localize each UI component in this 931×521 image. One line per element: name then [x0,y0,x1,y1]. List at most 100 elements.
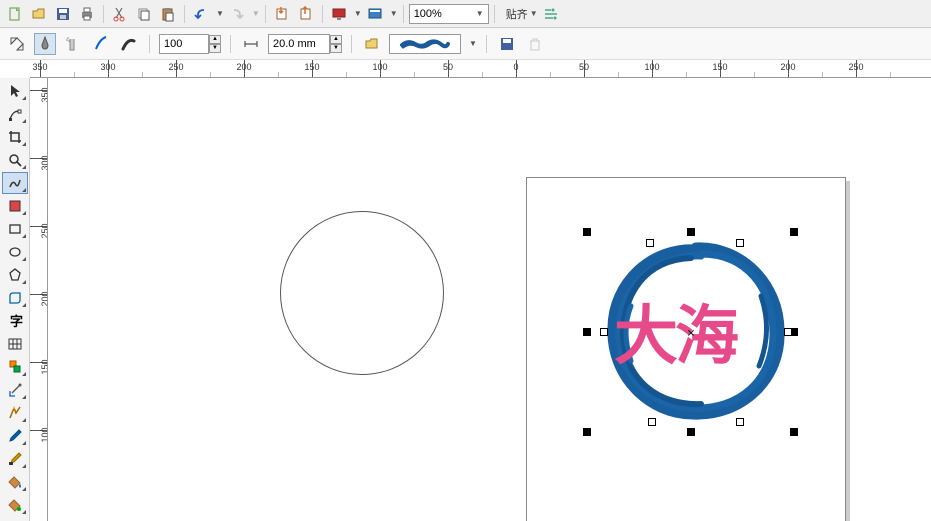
freehand-tool[interactable] [2,172,28,194]
brush-dropdown-arrow[interactable]: ▼ [469,39,477,48]
separator [230,35,231,53]
selection-handle-sw[interactable] [583,428,591,436]
ruler-tick-label: 50 [443,62,453,72]
redo-button[interactable] [226,3,248,25]
selection-handle-nw[interactable] [583,228,591,236]
main-toolbar: ▼ ▼ ▼ ▼ 100% ▼ 贴齐▼ [0,0,931,28]
shape-edit-tool[interactable] [2,103,28,125]
ruler-tick-label: 150 [712,62,727,72]
text-tool[interactable]: 字 [2,310,28,332]
ruler-tick-label: 200 [236,62,251,72]
selection-handle-w[interactable] [583,328,591,336]
cut-button[interactable] [109,3,131,25]
selection-handle-n[interactable] [687,228,695,236]
open-button[interactable] [28,3,50,25]
crop-tool[interactable] [2,126,28,148]
node-handle[interactable] [646,239,654,247]
brush-stroke-preview[interactable] [389,34,461,54]
canvas-area[interactable]: 大海 ✕ [48,78,931,521]
delete-brush-button[interactable] [524,33,546,55]
display-dropdown-arrow[interactable]: ▼ [354,9,362,18]
launch-dropdown-arrow[interactable]: ▼ [390,9,398,18]
browse-brush-button[interactable] [361,33,383,55]
smoothing-input[interactable]: 100 [159,34,209,54]
basic-shapes-tool[interactable] [2,287,28,309]
eyedropper-tool[interactable] [2,425,28,447]
table-tool[interactable] [2,333,28,355]
ellipse-tool[interactable] [2,241,28,263]
zoom-value: 100% [414,8,442,20]
zoom-dropdown-arrow[interactable]: ▼ [476,9,484,18]
redo-dropdown-arrow[interactable]: ▼ [252,9,260,18]
dimension-tool[interactable] [2,356,28,378]
separator [184,5,185,23]
zoom-combo[interactable]: 100% ▼ [409,4,489,24]
effects-tool[interactable] [2,402,28,424]
import-button[interactable] [271,3,293,25]
ruler-tick-label: 50 [579,62,589,72]
separator [149,35,150,53]
save-brush-button[interactable] [496,33,518,55]
selection-handle-s[interactable] [687,428,695,436]
node-handle[interactable] [648,418,656,426]
smoothing-spinner[interactable]: ▲▼ [209,35,221,53]
separator [486,35,487,53]
property-bar: 100 ▲▼ 20.0 mm ▲▼ ▼ [0,28,931,60]
separator [403,5,404,23]
ruler-tick-label: 350 [32,62,47,72]
vertical-ruler: 350300250200150100 [30,78,48,521]
fill-tool[interactable] [2,471,28,493]
options-button[interactable] [540,3,562,25]
circle-shape[interactable] [280,211,444,375]
logo-text[interactable]: 大海 [614,285,736,377]
zoom-tool[interactable] [2,149,28,171]
snap-label[interactable]: 贴齐▼ [506,6,538,22]
ruler-tick-label: 250 [168,62,183,72]
ruler-tick-label: 300 [100,62,115,72]
undo-button[interactable] [190,3,212,25]
horizontal-ruler: // will be rendered by binding script be… [30,60,931,78]
selection-handle-ne[interactable] [790,228,798,236]
selection-handle-se[interactable] [790,428,798,436]
smart-fill-tool[interactable] [2,195,28,217]
ruler-tick-label: 350 [40,87,48,102]
separator [265,5,266,23]
rectangle-tool[interactable] [2,218,28,240]
undo-dropdown-arrow[interactable]: ▼ [216,9,224,18]
interactive-fill-tool[interactable] [2,494,28,516]
pressure-tool-icon[interactable] [118,33,140,55]
ruler-tick-label: 150 [40,359,48,374]
calligraphy-tool-icon[interactable] [90,33,112,55]
ruler-tick-label: 250 [848,62,863,72]
save-button[interactable] [52,3,74,25]
launch-button[interactable] [364,3,386,25]
paste-button[interactable] [157,3,179,25]
ruler-tick-label: 100 [40,427,48,442]
outline-tool[interactable] [2,448,28,470]
copy-button[interactable] [133,3,155,25]
display-button[interactable] [328,3,350,25]
ruler-tick-label: 200 [780,62,795,72]
node-handle[interactable] [736,239,744,247]
connector-tool[interactable] [2,379,28,401]
node-handle[interactable] [784,328,792,336]
brush-stroke-icon [400,38,450,50]
spray-tool-icon[interactable] [62,33,84,55]
separator [494,5,495,23]
node-handle[interactable] [600,328,608,336]
nib-width-icon [240,33,262,55]
pick-tool[interactable] [2,80,28,102]
preset-shape-icon[interactable] [6,33,28,55]
export-button[interactable] [295,3,317,25]
separator [351,35,352,53]
print-button[interactable] [76,3,98,25]
nib-size-input[interactable]: 20.0 mm [268,34,330,54]
selection-center-marker: ✕ [687,329,695,340]
new-doc-button[interactable] [4,3,26,25]
node-handle[interactable] [736,418,744,426]
ruler-tick-label: 100 [644,62,659,72]
polygon-tool[interactable] [2,264,28,286]
brush-tool-icon[interactable] [34,33,56,55]
nib-spinner[interactable]: ▲▼ [330,35,342,53]
svg-text:字: 字 [10,314,23,329]
